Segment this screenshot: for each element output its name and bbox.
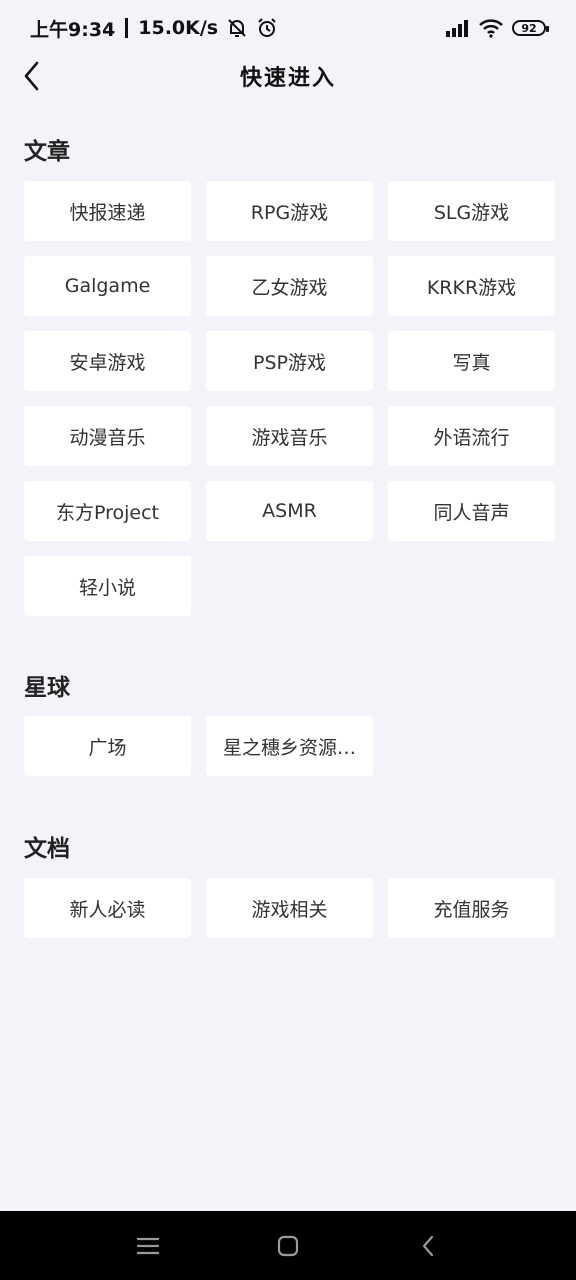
home-icon[interactable] — [273, 1231, 303, 1261]
entry-card[interactable]: PSP游戏 — [206, 331, 373, 391]
entry-card[interactable]: 同人音声 — [388, 481, 555, 541]
entry-card[interactable]: 外语流行 — [388, 406, 555, 466]
docs-grid: 新人必读 游戏相关 充值服务 — [24, 878, 555, 938]
entry-card[interactable]: 星之穗乡资源… — [206, 716, 373, 776]
back-icon[interactable] — [413, 1231, 443, 1261]
entry-card[interactable]: RPG游戏 — [206, 181, 373, 241]
status-left: 上午9:34 15.0K/s — [30, 15, 278, 42]
battery-level: 92 — [521, 21, 537, 35]
signal-icon — [444, 18, 470, 38]
status-bar: 上午9:34 15.0K/s 92 — [0, 0, 576, 56]
entry-card[interactable]: 写真 — [388, 331, 555, 391]
entry-card[interactable]: 东方Project — [24, 481, 191, 541]
system-nav-bar — [0, 1211, 576, 1280]
entry-card[interactable]: 游戏音乐 — [206, 406, 373, 466]
planet-grid: 广场 星之穗乡资源… — [24, 716, 555, 776]
entry-card[interactable]: 充值服务 — [388, 878, 555, 938]
entry-card[interactable]: 快报速递 — [24, 181, 191, 241]
section-title-docs: 文档 — [24, 836, 70, 862]
entry-card[interactable]: Galgame — [24, 256, 191, 316]
articles-grid: 快报速递 RPG游戏 SLG游戏 Galgame 乙女游戏 KRKR游戏 安卓游… — [24, 181, 555, 616]
entry-card[interactable]: SLG游戏 — [388, 181, 555, 241]
entry-card[interactable]: 安卓游戏 — [24, 331, 191, 391]
wifi-icon — [478, 18, 504, 38]
title-bar: 快速进入 — [0, 56, 576, 96]
quick-entry-screen: 上午9:34 15.0K/s 92 快速进入 文章 快报速递 RPG游戏 SLG… — [0, 0, 576, 1280]
section-title-articles: 文章 — [24, 139, 70, 165]
status-time: 上午9:34 — [30, 18, 116, 41]
status-right: 92 — [444, 18, 549, 38]
entry-card[interactable]: 动漫音乐 — [24, 406, 191, 466]
section-title-planet: 星球 — [24, 675, 70, 701]
mute-icon — [226, 17, 248, 39]
entry-card[interactable]: 乙女游戏 — [206, 256, 373, 316]
network-speed: 15.0K/s — [138, 17, 219, 39]
menu-icon[interactable] — [133, 1231, 163, 1261]
battery-icon: 92 — [512, 20, 549, 36]
entry-card[interactable]: 广场 — [24, 716, 191, 776]
entry-card[interactable]: 轻小说 — [24, 556, 191, 616]
entry-card[interactable]: 游戏相关 — [206, 878, 373, 938]
page-title: 快速进入 — [239, 66, 336, 91]
status-separator — [125, 18, 129, 38]
alarm-icon — [256, 17, 278, 39]
entry-card[interactable]: 新人必读 — [24, 878, 191, 938]
entry-card[interactable]: ASMR — [206, 481, 373, 541]
entry-card[interactable]: KRKR游戏 — [388, 256, 555, 316]
